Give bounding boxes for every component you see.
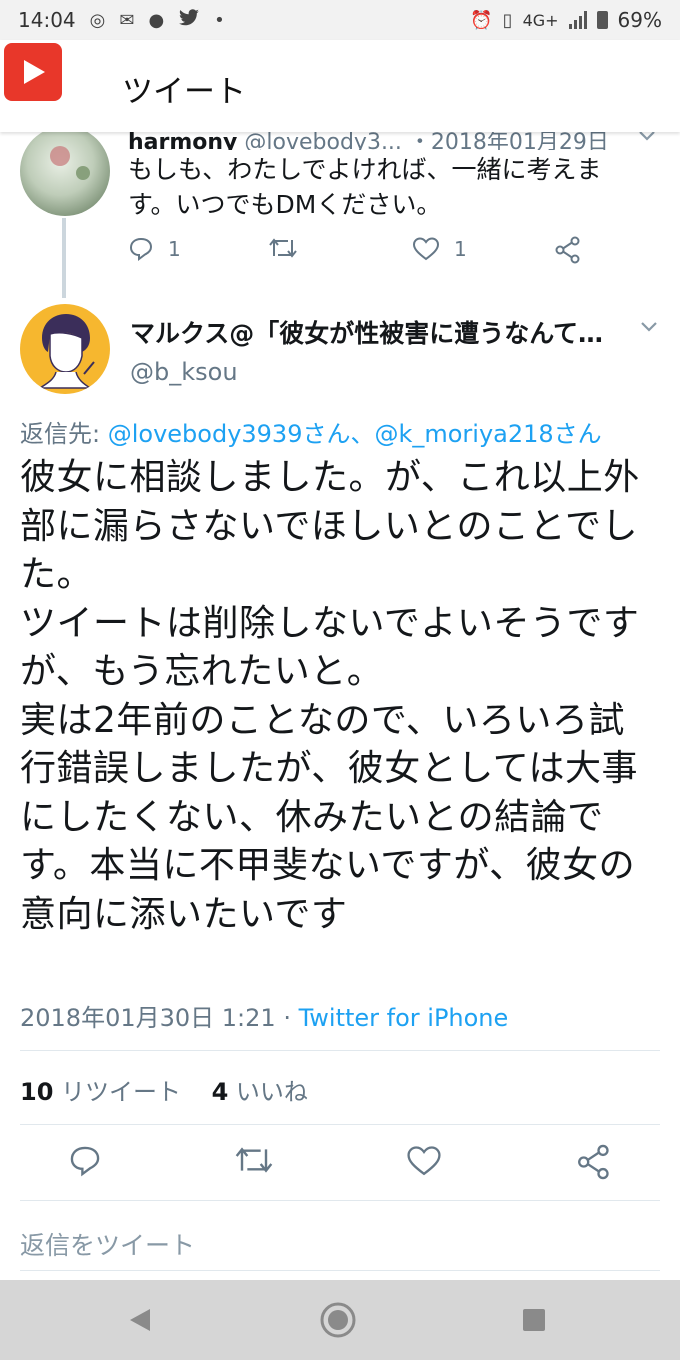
back-button[interactable] bbox=[118, 1298, 162, 1342]
dot-icon: • bbox=[214, 9, 225, 31]
camera-icon: ◎ bbox=[89, 9, 106, 31]
tweet-date: ・2018年01月29日 bbox=[408, 132, 609, 150]
divider bbox=[20, 1050, 660, 1051]
like-button[interactable]: 1 bbox=[412, 236, 467, 262]
like-label: いいね bbox=[228, 1078, 308, 1106]
retweet-icon bbox=[235, 1147, 273, 1173]
page-title: ツイート bbox=[122, 74, 246, 110]
status-time: 14:04 bbox=[18, 8, 76, 32]
share-icon bbox=[555, 236, 580, 264]
heart-icon bbox=[412, 237, 440, 261]
display-name[interactable]: マルクス@「彼女が性被害に遭うなんて… bbox=[130, 314, 630, 350]
divider bbox=[20, 1200, 660, 1201]
avatar[interactable] bbox=[20, 132, 110, 216]
user-handle[interactable]: @b_ksou bbox=[130, 358, 238, 386]
retweet-button[interactable] bbox=[234, 1144, 274, 1180]
signal-icon bbox=[568, 11, 587, 29]
back-icon bbox=[130, 1309, 150, 1331]
share-icon bbox=[578, 1144, 609, 1180]
retweet-button[interactable] bbox=[268, 236, 298, 260]
share-button[interactable] bbox=[554, 236, 582, 264]
tweet-text: 彼女に相談しました。が、これ以上外部に漏らさないでほしいとのことでした。 ツイー… bbox=[20, 457, 640, 935]
likes-link[interactable]: 4 いいね bbox=[212, 1078, 308, 1106]
reply-count: 1 bbox=[168, 237, 181, 261]
display-name[interactable]: harmony bbox=[128, 132, 237, 150]
tweet-detail: harmony @lovebody3... ・2018年01月29日 もしも、わ… bbox=[0, 132, 680, 1280]
reply-button[interactable] bbox=[68, 1144, 102, 1182]
like-button[interactable] bbox=[406, 1144, 442, 1182]
battery-icon bbox=[596, 11, 608, 29]
reply-icon bbox=[129, 237, 153, 261]
retweets-link[interactable]: 10 リツイート bbox=[20, 1078, 181, 1106]
alarm-icon: ⏰ bbox=[470, 9, 493, 31]
status-bar: 14:04 ◎ ✉ ● • ⏰ ▯ 4G+ 69% bbox=[0, 0, 680, 40]
reply-to-line: 返信先: @lovebody3939さん、@k_moriya218さん bbox=[20, 414, 602, 449]
avatar-illustration bbox=[37, 314, 95, 389]
previous-tweet-actions: 1 1 bbox=[128, 236, 608, 268]
avatar[interactable] bbox=[20, 304, 110, 394]
system-nav-bar bbox=[0, 1280, 680, 1360]
engagement-stats: 10 リツイート 4 いいね bbox=[20, 1072, 308, 1107]
reply-button[interactable]: 1 bbox=[128, 236, 181, 262]
mail-icon: ✉ bbox=[119, 9, 135, 31]
chevron-down-icon[interactable] bbox=[638, 132, 656, 147]
vibrate-icon: ▯ bbox=[502, 9, 513, 31]
previous-tweet-text: もしも、わたしでよければ、一緒に考えます。いつでもDMください。 bbox=[128, 155, 602, 219]
client-link[interactable]: Twitter for iPhone bbox=[299, 1004, 509, 1032]
chevron-down-icon[interactable] bbox=[640, 318, 658, 337]
retweet-icon bbox=[269, 238, 297, 258]
reply-input[interactable]: 返信をツイート bbox=[20, 1226, 195, 1262]
recents-button[interactable] bbox=[512, 1298, 556, 1342]
ball-icon: ● bbox=[148, 9, 165, 31]
like-count: 1 bbox=[454, 237, 467, 261]
heart-icon bbox=[407, 1146, 441, 1176]
thread-connector bbox=[62, 218, 66, 298]
app-header: ツイート bbox=[0, 40, 680, 132]
meta-separator: · bbox=[275, 1004, 299, 1032]
tweet-actions bbox=[0, 1144, 680, 1184]
like-count: 4 bbox=[211, 1078, 229, 1106]
retweet-label: リツイート bbox=[53, 1078, 182, 1106]
battery-level: 69% bbox=[617, 8, 662, 32]
divider bbox=[20, 1124, 660, 1125]
home-button[interactable] bbox=[316, 1298, 360, 1342]
youtube-floating-icon[interactable] bbox=[4, 43, 62, 101]
previous-tweet-header: harmony @lovebody3... ・2018年01月29日 bbox=[128, 132, 658, 150]
twitter-bird-icon bbox=[178, 8, 200, 32]
network-type: 4G+ bbox=[522, 10, 559, 30]
home-icon bbox=[320, 1302, 356, 1338]
user-handle[interactable]: @lovebody3... bbox=[244, 132, 402, 150]
tweet-meta: 2018年01月30日 1:21 · Twitter for iPhone bbox=[20, 998, 508, 1033]
reply-to-label: 返信先: bbox=[20, 420, 108, 448]
reply-to-users-link[interactable]: @lovebody3939さん、@k_moriya218さん bbox=[108, 420, 602, 448]
share-button[interactable] bbox=[576, 1144, 612, 1184]
retweet-count: 10 bbox=[20, 1078, 54, 1106]
divider bbox=[20, 1270, 660, 1271]
tweet-timestamp: 2018年01月30日 1:21 bbox=[20, 1004, 276, 1032]
reply-icon bbox=[70, 1146, 100, 1177]
recents-icon bbox=[523, 1309, 545, 1331]
